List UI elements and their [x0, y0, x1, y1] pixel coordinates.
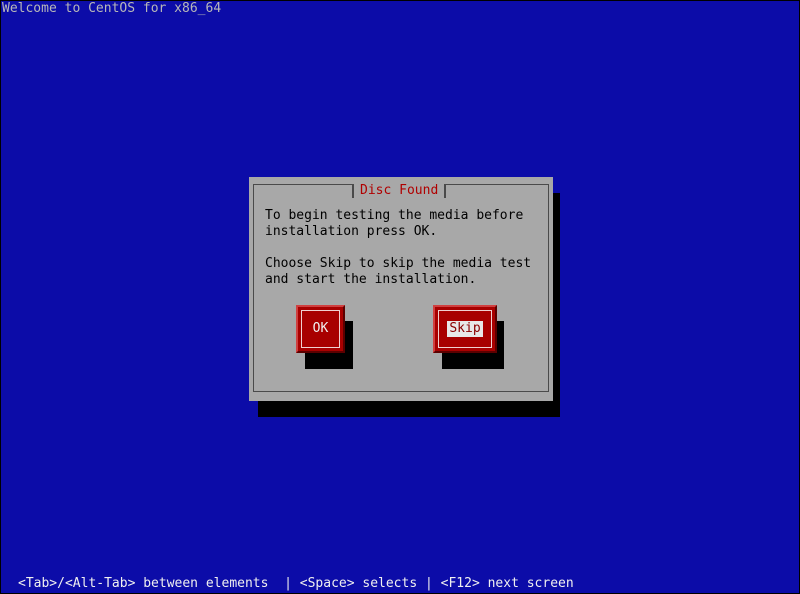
dialog-title: Disc Found [352, 184, 447, 198]
disc-found-dialog: Disc Found To begin testing the media be… [249, 177, 553, 401]
ok-button[interactable]: OK [296, 305, 345, 353]
dialog-message: To begin testing the media before instal… [265, 208, 532, 287]
keyboard-help-bar: <Tab>/<Alt-Tab> between elements | <Spac… [18, 576, 574, 591]
skip-button-label: Skip [447, 321, 483, 337]
screen-title: Welcome to CentOS for x86_64 [2, 1, 222, 16]
ok-button-label: OK [312, 321, 329, 336]
skip-button-face: Skip [438, 310, 492, 348]
ok-button-face: OK [301, 310, 340, 348]
skip-button[interactable]: Skip [433, 305, 497, 353]
